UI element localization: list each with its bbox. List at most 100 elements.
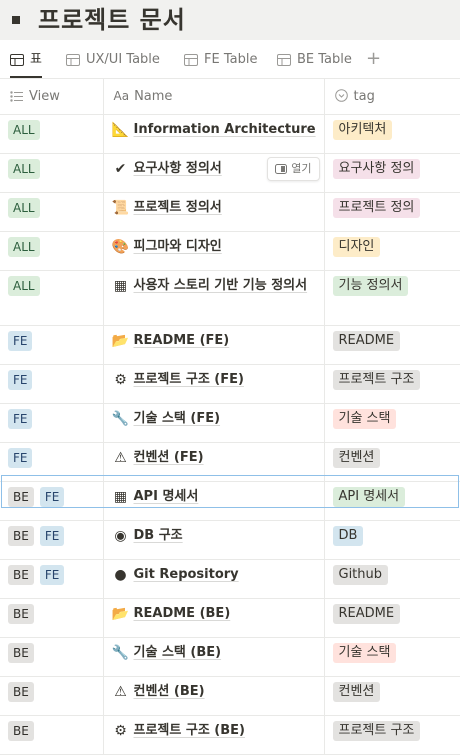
tag-cell[interactable]: 프로젝트 구조 <box>324 715 460 755</box>
page-link[interactable]: ◉ DB 구조 <box>112 526 324 546</box>
view-cell[interactable]: ALL <box>0 114 104 154</box>
table-row[interactable]: ALL ▦ 사용자 스토리 기반 기능 정의서 기능 정의서 <box>0 270 460 326</box>
name-cell[interactable]: ▦ API 명세서 <box>103 481 325 521</box>
name-cell[interactable]: ⚙ 프로젝트 구조 (FE) <box>103 364 325 404</box>
tag-cell[interactable]: 기능 정의서 <box>324 270 460 326</box>
tag-cell[interactable]: 디자인 <box>324 231 460 271</box>
view-cell[interactable]: BE <box>0 676 104 716</box>
view-cell[interactable]: BE FE <box>0 481 104 521</box>
table-row[interactable]: ALL 📜 프로젝트 정의서 프로젝트 정의 <box>0 192 460 232</box>
name-cell[interactable]: ✔ 요구사항 정의서 열기 <box>103 153 325 193</box>
tag-cell[interactable]: README <box>324 598 460 638</box>
page-link[interactable]: 🔧 기술 스택 (BE) <box>112 643 324 663</box>
table-row[interactable]: BE FE ● Git Repository Github <box>0 559 460 599</box>
name-cell[interactable]: 📂 README (FE) <box>103 325 325 365</box>
name-cell[interactable]: ● Git Repository <box>103 559 325 599</box>
tab-be-table[interactable]: BE Table <box>277 44 352 78</box>
view-cell[interactable]: FE <box>0 403 104 443</box>
name-cell[interactable]: 📜 프로젝트 정의서 <box>103 192 325 232</box>
table-row[interactable]: FE ⚠ 컨벤션 (FE) 컨벤션 <box>0 442 460 482</box>
tag-cell[interactable]: API 명세서 <box>324 481 460 521</box>
page-link[interactable]: ⚠ 컨벤션 (FE) <box>112 448 324 468</box>
tab-table[interactable]: 표 <box>10 44 42 78</box>
table-row[interactable]: FE 🔧 기술 스택 (FE) 기술 스택 <box>0 403 460 443</box>
tag-cell[interactable]: 컨벤션 <box>324 442 460 482</box>
table-row[interactable]: FE ⚙ 프로젝트 구조 (FE) 프로젝트 구조 <box>0 364 460 404</box>
name-cell[interactable]: ▦ 사용자 스토리 기반 기능 정의서 <box>103 270 325 326</box>
page-name[interactable]: 기술 스택 (FE) <box>134 411 221 426</box>
page-name[interactable]: 프로젝트 정의서 <box>134 200 222 215</box>
tab-fe-table[interactable]: FE Table <box>184 44 257 78</box>
tag-cell[interactable]: 컨벤션 <box>324 676 460 716</box>
page-title[interactable]: 프로젝트 문서 <box>38 4 186 36</box>
page-link[interactable]: 📂 README (FE) <box>112 331 324 351</box>
page-name[interactable]: 피그마와 디자인 <box>134 239 222 254</box>
page-link[interactable]: ● Git Repository <box>112 565 324 585</box>
column-header-name[interactable]: Aa Name <box>103 79 325 115</box>
table-row[interactable]: BE FE ◉ DB 구조 DB <box>0 520 460 560</box>
page-name[interactable]: 컨벤션 (BE) <box>134 684 205 699</box>
page-name[interactable]: 컨벤션 (FE) <box>134 450 204 465</box>
table-row[interactable]: ALL ✔ 요구사항 정의서 열기 요구사항 정의 <box>0 153 460 193</box>
view-cell[interactable]: BE <box>0 637 104 677</box>
page-name[interactable]: API 명세서 <box>134 489 199 504</box>
page-name[interactable]: DB 구조 <box>134 528 183 543</box>
tab-ux-ui-table[interactable]: UX/UI Table <box>66 44 160 78</box>
page-link[interactable]: ⚙ 프로젝트 구조 (FE) <box>112 370 324 390</box>
name-cell[interactable]: ⚠ 컨벤션 (BE) <box>103 676 325 716</box>
view-cell[interactable]: ALL <box>0 153 104 193</box>
tag-cell[interactable]: 아키텍처 <box>324 114 460 154</box>
view-cell[interactable]: ALL <box>0 192 104 232</box>
page-name[interactable]: 기술 스택 (BE) <box>134 645 222 660</box>
tag-cell[interactable]: README <box>324 325 460 365</box>
view-cell[interactable]: FE <box>0 364 104 404</box>
page-name[interactable]: README (FE) <box>134 333 230 348</box>
tag-cell[interactable]: 프로젝트 구조 <box>324 364 460 404</box>
name-cell[interactable]: ⚠ 컨벤션 (FE) <box>103 442 325 482</box>
name-cell[interactable]: 🎨 피그마와 디자인 <box>103 231 325 271</box>
page-link[interactable]: 🔧 기술 스택 (FE) <box>112 409 324 429</box>
page-name[interactable]: 프로젝트 구조 (FE) <box>134 372 244 387</box>
add-view-button[interactable]: + <box>366 50 381 68</box>
page-link[interactable]: ▦ API 명세서 <box>112 487 324 507</box>
page-link[interactable]: ✔ 요구사항 정의서 열기 <box>112 157 324 181</box>
tag-cell[interactable]: Github <box>324 559 460 599</box>
tag-cell[interactable]: DB <box>324 520 460 560</box>
name-cell[interactable]: ◉ DB 구조 <box>103 520 325 560</box>
name-cell[interactable]: ⚙ 프로젝트 구조 (BE) <box>103 715 325 755</box>
page-link[interactable]: ⚙ 프로젝트 구조 (BE) <box>112 721 324 741</box>
view-cell[interactable]: FE <box>0 325 104 365</box>
page-link[interactable]: ⚠ 컨벤션 (BE) <box>112 682 324 702</box>
view-cell[interactable]: BE FE <box>0 520 104 560</box>
view-cell[interactable]: BE <box>0 598 104 638</box>
name-cell[interactable]: 🔧 기술 스택 (FE) <box>103 403 325 443</box>
page-link[interactable]: ▦ 사용자 스토리 기반 기능 정의서 <box>112 276 324 296</box>
page-name[interactable]: Git Repository <box>134 567 239 582</box>
column-header-view[interactable]: View <box>0 79 104 115</box>
table-row[interactable]: ALL 📐 Information Architecture 아키텍처 <box>0 114 460 154</box>
column-header-tag[interactable]: tag <box>324 79 460 115</box>
view-cell[interactable]: BE <box>0 715 104 755</box>
view-cell[interactable]: BE FE <box>0 559 104 599</box>
table-row[interactable]: BE ⚠ 컨벤션 (BE) 컨벤션 <box>0 676 460 716</box>
page-link[interactable]: 📂 README (BE) <box>112 604 324 624</box>
table-row[interactable]: BE ⚙ 프로젝트 구조 (BE) 프로젝트 구조 <box>0 715 460 755</box>
view-cell[interactable]: ALL <box>0 270 104 326</box>
table-row[interactable]: BE FE ▦ API 명세서 API 명세서 <box>0 481 460 521</box>
open-page-button[interactable]: 열기 <box>267 157 320 181</box>
table-row[interactable]: ALL 🎨 피그마와 디자인 디자인 <box>0 231 460 271</box>
tag-cell[interactable]: 기술 스택 <box>324 637 460 677</box>
page-name[interactable]: 프로젝트 구조 (BE) <box>134 723 245 738</box>
tag-cell[interactable]: 요구사항 정의 <box>324 153 460 193</box>
table-row[interactable]: BE 🔧 기술 스택 (BE) 기술 스택 <box>0 637 460 677</box>
page-link[interactable]: 📐 Information Architecture <box>112 120 324 140</box>
tag-cell[interactable]: 기술 스택 <box>324 403 460 443</box>
view-cell[interactable]: ALL <box>0 231 104 271</box>
name-cell[interactable]: 📂 README (BE) <box>103 598 325 638</box>
page-name[interactable]: 요구사항 정의서 <box>134 161 222 176</box>
page-name[interactable]: README (BE) <box>134 606 231 621</box>
page-name[interactable]: Information Architecture <box>134 122 316 137</box>
name-cell[interactable]: 📐 Information Architecture <box>103 114 325 154</box>
page-name[interactable]: 사용자 스토리 기반 기능 정의서 <box>134 278 308 293</box>
page-link[interactable]: 🎨 피그마와 디자인 <box>112 237 324 257</box>
